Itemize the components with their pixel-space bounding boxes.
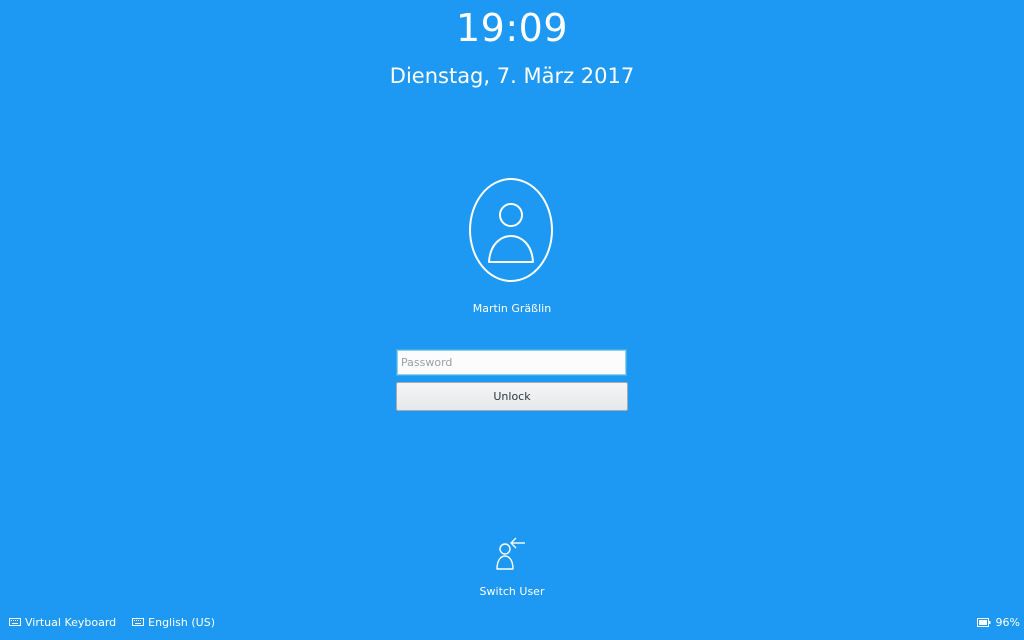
switch-user-icon <box>496 537 525 570</box>
keyboard-layout-icon <box>132 618 145 626</box>
virtual-keyboard-label: Virtual Keyboard <box>25 615 117 629</box>
battery-percent: 96% <box>995 615 1020 629</box>
keyboard-layout-button[interactable]: English (US) <box>132 616 215 629</box>
battery-icon <box>976 617 991 627</box>
unlock-button[interactable]: Unlock <box>396 382 628 411</box>
keyboard-layout-label: English (US) <box>148 615 215 629</box>
switch-user-label: Switch User <box>479 585 545 598</box>
keyboard-icon <box>9 618 21 626</box>
user-name: Martin Gräßlin <box>472 302 552 315</box>
clock-date: Dienstag, 7. März 2017 <box>389 64 635 88</box>
battery-status: 96% <box>976 614 1020 630</box>
bottom-toolbar: Virtual Keyboard English (US) <box>9 614 231 630</box>
switch-user-button[interactable]: Switch User <box>462 534 562 602</box>
virtual-keyboard-button[interactable]: Virtual Keyboard <box>9 616 116 629</box>
password-input[interactable] <box>396 349 627 376</box>
user-avatar-icon <box>469 178 553 282</box>
clock-time: 19:09 <box>455 6 568 50</box>
